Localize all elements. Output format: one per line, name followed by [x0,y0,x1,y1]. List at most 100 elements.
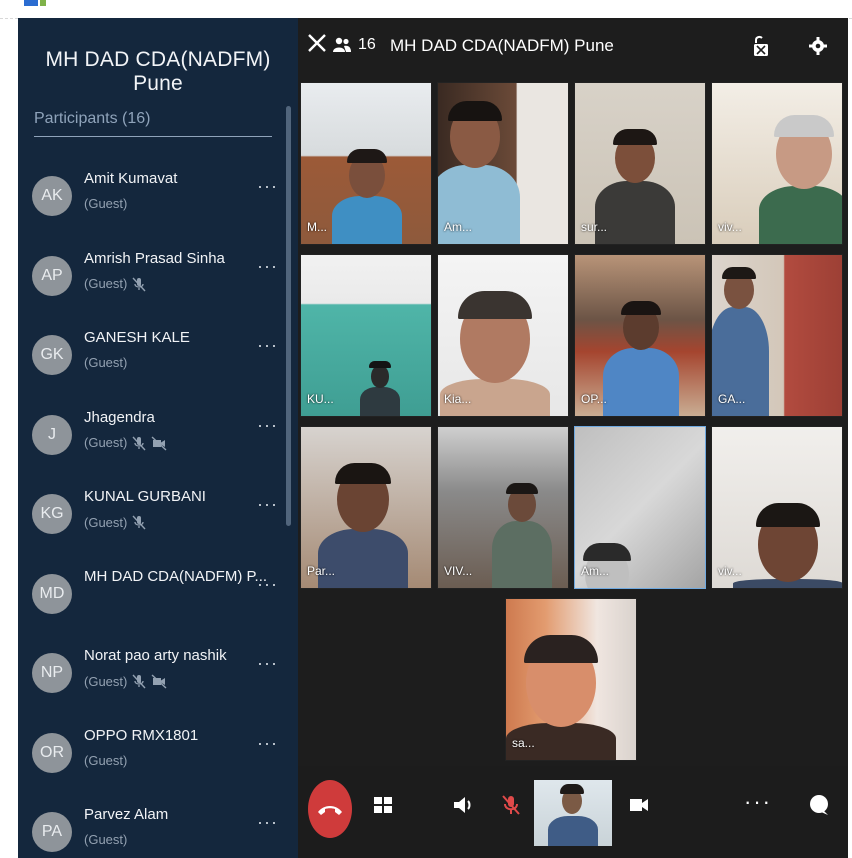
participant-video-hair [583,543,631,561]
participant-video-hair [621,301,661,316]
participant-name: Norat pao arty nashik [84,647,227,664]
mic-off-icon [131,435,147,451]
video-tile[interactable]: VIV... [437,426,569,589]
video-tile-label: VIV... [444,564,473,578]
participant-role-text: (Guest) [84,832,128,847]
camera-off-icon [151,435,167,451]
participant-name: Jhagendra [84,408,155,426]
participant-more-button[interactable]: ··· [257,494,278,515]
participant-role-text: (Guest) [84,355,128,370]
participant-video-hair [613,129,657,145]
video-tile-label: viv... [718,564,742,578]
video-area: 16 MH DAD CDA(NADFM) Pune M... Am... sur..… [298,18,848,858]
participant-video-face [371,365,389,388]
participant-video-body [318,529,408,588]
mic-off-icon [131,673,147,689]
participant-role: (Guest) [84,435,167,451]
participant-name: Amrish Prasad Sinha [84,249,225,267]
video-tile[interactable]: OP... [574,254,706,417]
participant-name: Parvez Alam [84,806,169,823]
participant-name: MH DAD CDA(NADFM) P... [84,567,268,585]
gear-icon[interactable] [808,36,828,56]
participant-count[interactable]: 16 [332,36,376,54]
participant-item[interactable]: OR OPPO RMX1801 (Guest) ··· [18,721,298,801]
chat-icon[interactable] [806,792,832,818]
participant-video-hair [506,483,538,495]
window-top-strip [0,0,852,19]
participant-video-body [360,386,400,416]
participant-more-button[interactable]: ··· [257,733,278,754]
grid-icon[interactable] [370,792,396,818]
participant-item[interactable]: MD MH DAD CDA(NADFM) P... ··· [18,562,298,642]
participant-more-button[interactable]: ··· [257,256,278,277]
participant-more-button[interactable]: ··· [257,653,278,674]
avatar: NP [32,653,72,693]
video-tile-label: Kia... [444,392,472,406]
self-view-video[interactable] [534,780,612,846]
participant-video-hair [524,635,598,663]
video-tile[interactable]: Am... [437,82,569,245]
more-icon: ··· [744,789,772,814]
avatar: J [32,414,72,455]
more-button[interactable]: ··· [744,789,772,818]
mic-off-icon [131,514,147,530]
participant-role: (Guest) [84,753,127,768]
meeting-title: MH DAD CDA(NADFM) Pune [390,36,614,55]
end-call-button[interactable] [308,780,352,838]
participant-role: (Guest) [84,196,127,211]
avatar: AP [32,255,72,296]
close-icon[interactable] [306,32,328,54]
speaker-icon[interactable] [450,792,476,818]
participant-role-text: (Guest) [84,514,128,530]
video-tile-label: OP... [581,392,607,406]
participant-role-text: (Guest) [84,752,128,768]
participant-item[interactable]: AP Amrish Prasad Sinha (Guest) ··· [18,244,298,324]
participant-more-button[interactable]: ··· [257,574,278,595]
participant-role: (Guest) [84,514,147,530]
participant-role: (Guest) [84,355,127,370]
lock-icon[interactable] [750,34,774,58]
participant-name: GANESH KALE [84,329,190,346]
video-tile-label: M... [307,220,327,234]
participant-video-body [332,196,402,244]
video-tile[interactable]: viv... [711,426,843,589]
video-camera-icon[interactable] [626,792,652,818]
video-tile[interactable]: Kia... [437,254,569,417]
participant-more-button[interactable]: ··· [257,176,278,197]
participant-more-button[interactable]: ··· [257,335,278,356]
video-tile[interactable]: Par... [300,426,432,589]
participant-video-hair [722,267,756,279]
participant-more-button[interactable]: ··· [257,812,278,833]
video-tile[interactable]: KU... [300,254,432,417]
video-tile[interactable]: sa... [505,598,637,761]
participant-role-text: (Guest) [84,673,128,689]
meeting-window: MH DAD CDA(NADFM) Pune Participants (16)… [18,18,848,858]
participant-item[interactable]: PA Parvez Alam (Guest) ··· [18,800,298,858]
video-tile[interactable]: viv... [711,82,843,245]
participant-item[interactable]: AK Amit Kumavat (Guest) ··· [18,164,298,244]
participant-more-button[interactable]: ··· [257,415,278,436]
participant-item[interactable]: GK GANESH KALE (Guest) ··· [18,323,298,403]
participant-video-hair [458,291,532,319]
participant-item[interactable]: KG KUNAL GURBANI (Guest) ··· [18,482,298,562]
mic-off-icon[interactable] [498,792,524,818]
video-tile[interactable]: M... [300,82,432,245]
video-tile[interactable]: Am... [574,426,706,589]
avatar: GK [32,335,72,375]
participant-video-hair [774,115,834,138]
avatar: PA [32,812,72,852]
app-logo-accent [40,0,46,6]
participant-role: (Guest) [84,832,127,847]
participant-role: (Guest) [84,673,167,689]
avatar: OR [32,732,72,773]
video-tile-label: KU... [307,392,334,406]
participant-item[interactable]: J Jhagendra (Guest) ··· [18,403,298,483]
video-tile[interactable]: sur... [574,82,706,245]
video-tile[interactable]: GA... [711,254,843,417]
participant-role-text: (Guest) [84,196,128,211]
participant-role-text: (Guest) [84,276,128,291]
video-tile-label: sa... [512,736,535,750]
participant-count-value: 16 [358,36,376,53]
participant-item[interactable]: NP Norat pao arty nashik (Guest) ··· [18,641,298,721]
participant-video-body [595,181,675,244]
